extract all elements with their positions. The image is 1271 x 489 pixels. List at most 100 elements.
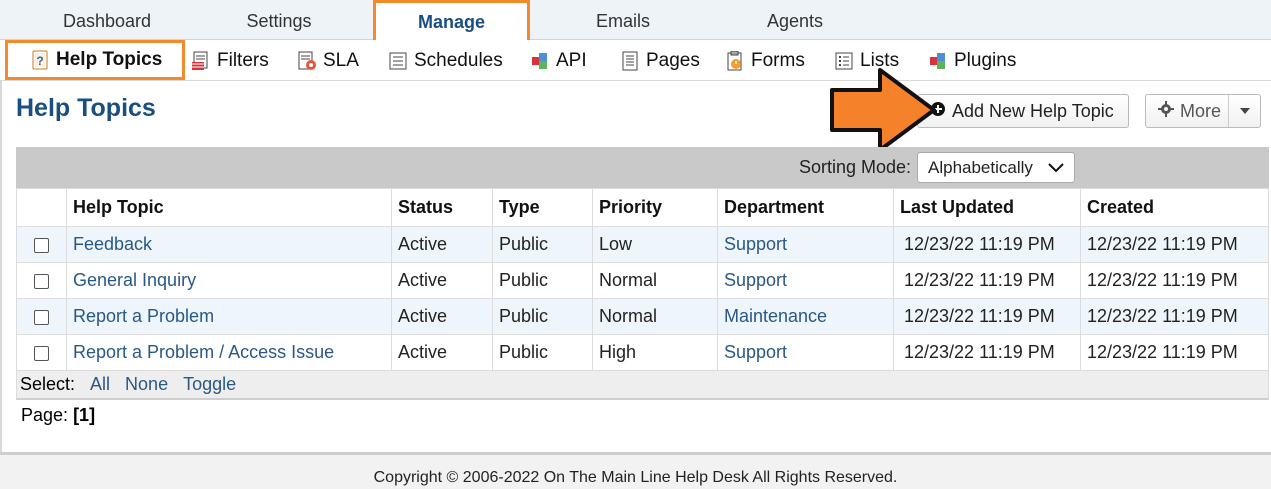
tab-settings[interactable]: Settings: [205, 0, 353, 40]
more-button-label: More: [1180, 100, 1222, 121]
subnav-pages[interactable]: Pages: [620, 40, 700, 81]
row-checkbox[interactable]: [34, 273, 49, 289]
subnav-label: Help Topics: [56, 49, 163, 70]
type-cell: Public: [492, 262, 593, 299]
pagination: Page: [1]: [21, 405, 95, 426]
tab-dashboard[interactable]: Dashboard: [30, 0, 184, 40]
subnav-forms[interactable]: Forms: [725, 40, 805, 81]
status-cell: Active: [391, 298, 493, 335]
status-cell: Active: [391, 334, 493, 371]
row-select-cell: [16, 298, 67, 335]
row-checkbox[interactable]: [34, 345, 49, 361]
help-topic-cell: Feedback: [66, 226, 392, 263]
tab-emails[interactable]: Emails: [550, 0, 696, 40]
row-select-cell: [16, 334, 67, 371]
type-cell: Public: [492, 226, 593, 263]
subnav-filters[interactable]: Filters: [191, 40, 269, 81]
schedules-icon: [388, 51, 408, 71]
row-select-cell: [16, 226, 67, 263]
status-cell: Active: [391, 226, 493, 263]
column-header-status[interactable]: Status: [391, 188, 493, 227]
chevron-down-icon[interactable]: [1228, 95, 1260, 127]
department-link[interactable]: Support: [724, 234, 787, 254]
created-cell: 12/23/22 11:19 PM: [1080, 262, 1269, 299]
filters-icon: [191, 51, 211, 71]
current-page: [1]: [73, 405, 96, 425]
column-header-department[interactable]: Department: [717, 188, 894, 227]
table-row: Feedback Active Public Low Support 12/23…: [16, 226, 1269, 263]
sub-navigation: ? Help Topics Filters SLA Schedules API …: [0, 40, 1271, 81]
table-row: General Inquiry Active Public Normal Sup…: [16, 262, 1269, 299]
priority-cell: Low: [592, 226, 718, 263]
subnav-schedules[interactable]: Schedules: [388, 40, 503, 81]
subnav-label: Plugins: [954, 49, 1017, 71]
column-header-help-topic[interactable]: Help Topic: [66, 188, 392, 227]
department-link[interactable]: Support: [724, 270, 787, 290]
pages-icon: [620, 51, 640, 71]
status-cell: Active: [391, 262, 493, 299]
last-updated-cell: 12/23/22 11:19 PM: [893, 262, 1081, 299]
help-topic-link[interactable]: Feedback: [73, 234, 152, 254]
top-tab-bar: Dashboard Settings Manage Emails Agents: [0, 0, 1271, 40]
sla-icon: [297, 51, 317, 71]
help-topic-link[interactable]: General Inquiry: [73, 270, 196, 290]
help-topic-cell: General Inquiry: [66, 262, 392, 299]
select-bar: Select: All None Toggle: [16, 371, 1269, 400]
help-topic-link[interactable]: Report a Problem: [73, 306, 214, 326]
column-header-last-updated[interactable]: Last Updated: [893, 188, 1081, 227]
help-topic-link[interactable]: Report a Problem / Access Issue: [73, 342, 334, 362]
tab-manage[interactable]: Manage: [373, 0, 530, 40]
department-link[interactable]: Support: [724, 342, 787, 362]
sorting-mode-value: Alphabetically: [928, 157, 1033, 177]
last-updated-cell: 12/23/22 11:19 PM: [893, 334, 1081, 371]
column-header-select: [16, 188, 67, 227]
subnav-help-topics[interactable]: ? Help Topics: [5, 40, 185, 80]
sorting-mode-label: Sorting Mode:: [798, 157, 911, 177]
arrow-right-icon: [830, 68, 936, 152]
subnav-sla[interactable]: SLA: [297, 40, 359, 81]
department-cell: Support: [717, 334, 894, 371]
row-checkbox[interactable]: [34, 309, 49, 325]
subnav-plugins[interactable]: Plugins: [928, 40, 1016, 81]
created-cell: 12/23/22 11:19 PM: [1080, 298, 1269, 335]
help-topic-cell: Report a Problem / Access Issue: [66, 334, 392, 371]
gear-icon: [1158, 100, 1174, 122]
help-topics-icon: ?: [30, 50, 50, 70]
more-button[interactable]: More: [1145, 94, 1261, 128]
help-topic-cell: Report a Problem: [66, 298, 392, 335]
copyright-footer: Copyright © 2006-2022 On The Main Line H…: [373, 469, 898, 486]
content-border: [0, 81, 2, 452]
department-link[interactable]: Maintenance: [724, 306, 827, 326]
chevron-down-icon: [1048, 158, 1064, 178]
add-new-help-topic-button[interactable]: Add New Help Topic: [917, 94, 1129, 128]
select-label: Select:: [20, 374, 76, 394]
subnav-label: Schedules: [414, 49, 503, 71]
sorting-mode-select[interactable]: Alphabetically: [917, 152, 1075, 183]
add-button-label: Add New Help Topic: [952, 100, 1114, 121]
row-checkbox[interactable]: [34, 237, 49, 253]
subnav-label: API: [556, 49, 587, 71]
svg-text:?: ?: [36, 54, 43, 68]
column-header-type[interactable]: Type: [492, 188, 593, 227]
subnav-label: Filters: [217, 49, 269, 71]
department-cell: Support: [717, 262, 894, 299]
table-row: Report a Problem / Access Issue Active P…: [16, 334, 1269, 371]
select-toggle-link[interactable]: Toggle: [183, 374, 236, 395]
tab-agents[interactable]: Agents: [718, 0, 872, 40]
select-all-link[interactable]: All: [90, 374, 110, 395]
column-header-priority[interactable]: Priority: [592, 188, 718, 227]
subnav-api[interactable]: API: [530, 40, 587, 81]
table-row: Report a Problem Active Public Normal Ma…: [16, 298, 1269, 335]
last-updated-cell: 12/23/22 11:19 PM: [893, 226, 1081, 263]
help-topics-table: Help Topic Status Type Priority Departme…: [16, 188, 1269, 371]
forms-icon: [725, 50, 745, 71]
priority-cell: Normal: [592, 298, 718, 335]
last-updated-cell: 12/23/22 11:19 PM: [893, 298, 1081, 335]
created-cell: 12/23/22 11:19 PM: [1080, 226, 1269, 263]
column-header-created[interactable]: Created: [1080, 188, 1269, 227]
table-header-row: Help Topic Status Type Priority Departme…: [16, 188, 1269, 227]
type-cell: Public: [492, 298, 593, 335]
type-cell: Public: [492, 334, 593, 371]
department-cell: Maintenance: [717, 298, 894, 335]
select-none-link[interactable]: None: [125, 374, 168, 395]
